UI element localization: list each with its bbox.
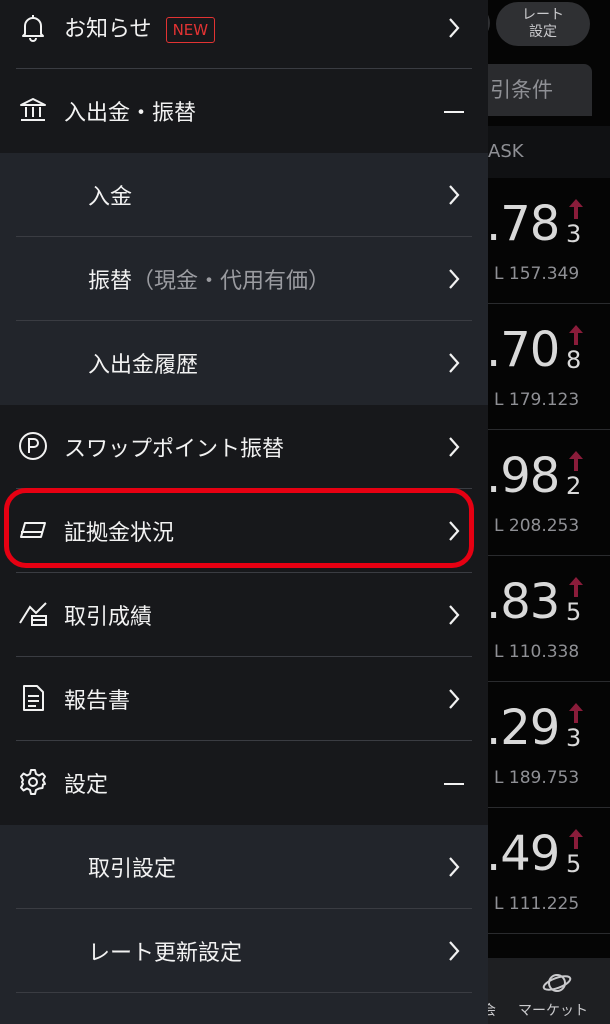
submenu-item-transfer[interactable]: 振替（現金・代用有価） xyxy=(0,237,488,321)
rate-settings-label-1: レート xyxy=(522,7,564,23)
quote-row[interactable]: .49 5 L 111.225 xyxy=(486,808,610,934)
ask-price-main: .70 xyxy=(486,322,560,378)
menu-label-deposit-history: 入出金履歴 xyxy=(88,353,199,378)
ask-price-pip: 8 xyxy=(566,346,582,374)
rate-settings-button[interactable]: レート 設定 xyxy=(496,2,590,46)
ask-price-pip: 3 xyxy=(566,724,582,752)
menu-label-notice: お知らせ xyxy=(64,17,152,42)
trade-condition-tab[interactable]: 引条件 xyxy=(488,64,592,116)
chart-icon xyxy=(19,602,47,626)
low-price: L 157.349 xyxy=(494,264,580,284)
menu-item-deposit-transfer[interactable]: 入出金・振替 xyxy=(0,69,488,153)
menu-label-trade-settings: 取引設定 xyxy=(88,857,177,882)
ask-price-pip: 5 xyxy=(566,598,582,626)
low-price: L 208.253 xyxy=(494,516,580,536)
up-arrow-icon xyxy=(569,577,583,597)
quote-row[interactable]: .29 3 L 189.753 xyxy=(486,682,610,808)
ask-price-main: .98 xyxy=(486,448,560,504)
menu-item-trade-results[interactable]: 取引成績 xyxy=(0,573,488,657)
rate-settings-label-2: 設定 xyxy=(529,24,557,40)
collapse-icon xyxy=(444,783,464,785)
up-arrow-icon xyxy=(569,829,583,849)
chevron-right-icon xyxy=(449,185,460,205)
menu-item-swap-transfer[interactable]: スワップポイント振替 xyxy=(0,405,488,489)
collapse-icon xyxy=(444,111,464,113)
submenu-item-partial[interactable] xyxy=(0,993,488,1024)
quote-row[interactable]: .98 2 L 208.253 xyxy=(486,430,610,556)
chevron-right-icon xyxy=(449,605,460,625)
bank-icon xyxy=(20,98,46,121)
ask-price-main: .49 xyxy=(486,826,560,882)
chevron-right-icon xyxy=(449,18,460,38)
gear-icon xyxy=(20,769,46,795)
planet-icon[interactable] xyxy=(542,970,572,996)
chevron-right-icon xyxy=(449,437,460,457)
menu-label-deposit: 入金 xyxy=(88,185,133,210)
menu-item-notice[interactable]: お知らせ NEW xyxy=(0,0,488,69)
bell-icon xyxy=(22,15,44,42)
ask-price-pip: 2 xyxy=(566,472,582,500)
menu-label-transfer-wrap: 振替（現金・代用有価） xyxy=(88,263,330,295)
chevron-right-icon xyxy=(449,857,460,877)
menu-label-transfer-note: （現金・代用有価） xyxy=(132,269,331,294)
up-arrow-icon xyxy=(569,451,583,471)
low-price: L 179.123 xyxy=(494,390,580,410)
ask-price-main: .78 xyxy=(486,196,560,252)
ask-price-main: .83 xyxy=(486,574,560,630)
low-price: L 189.753 xyxy=(494,768,580,788)
document-icon xyxy=(23,685,44,711)
menu-label-trade-results: 取引成績 xyxy=(64,605,153,630)
menu-label-transfer: 振替 xyxy=(88,269,133,294)
up-arrow-icon xyxy=(569,325,583,345)
highlight-annotation xyxy=(4,488,474,568)
menu-item-reports[interactable]: 報告書 xyxy=(0,657,488,741)
low-price: L 111.225 xyxy=(494,894,580,914)
quote-row[interactable]: .70 8 L 179.123 xyxy=(486,304,610,430)
nav-item-market[interactable]: マーケット xyxy=(518,1000,588,1020)
quote-row[interactable]: .83 5 L 110.338 xyxy=(486,556,610,682)
submenu-item-deposit-history[interactable]: 入出金履歴 xyxy=(0,321,488,405)
menu-label-deposit-transfer: 入出金・振替 xyxy=(64,101,197,126)
ask-price-pip: 3 xyxy=(566,220,582,248)
menu-label-settings: 設定 xyxy=(64,773,109,798)
up-arrow-icon xyxy=(569,703,583,723)
chevron-right-icon xyxy=(449,353,460,373)
menu-label-reports: 報告書 xyxy=(64,689,131,714)
side-drawer-menu: お知らせ NEW 入出金・振替 入金 振替（現金・代用有価） 入出金履歴 スワッ… xyxy=(0,0,488,1024)
chevron-right-icon xyxy=(449,269,460,289)
submenu-item-deposit[interactable]: 入金 xyxy=(0,153,488,237)
menu-label-swap-transfer: スワップポイント振替 xyxy=(64,437,285,462)
chevron-right-icon xyxy=(449,689,460,709)
menu-label-rate-update-settings: レート更新設定 xyxy=(88,941,243,966)
quote-list: .78 3 L 157.349 .70 8 L 179.123 .98 2 L … xyxy=(486,178,610,934)
ask-column-header: ASK xyxy=(488,126,610,178)
bottom-navigation: 会 マーケット xyxy=(482,958,610,1024)
up-arrow-icon xyxy=(569,199,583,219)
low-price: L 110.338 xyxy=(494,642,580,662)
submenu-item-rate-update-settings[interactable]: レート更新設定 xyxy=(0,909,488,993)
point-icon xyxy=(19,432,47,460)
ask-price-main: .29 xyxy=(486,700,560,756)
menu-label-notice-wrap: お知らせ NEW xyxy=(64,11,216,43)
ask-price-pip: 5 xyxy=(566,850,582,878)
new-badge: NEW xyxy=(165,17,216,43)
menu-item-settings[interactable]: 設定 xyxy=(0,741,488,825)
submenu-item-trade-settings[interactable]: 取引設定 xyxy=(0,825,488,909)
chevron-right-icon xyxy=(449,941,460,961)
quote-row[interactable]: .78 3 L 157.349 xyxy=(486,178,610,304)
